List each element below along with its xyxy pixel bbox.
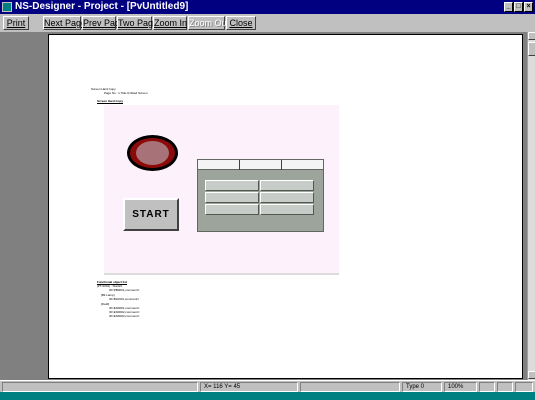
status-coords: X= 116 Y= 45	[200, 382, 298, 392]
print-button[interactable]: Print	[3, 16, 29, 30]
table-cell	[260, 180, 314, 191]
screen-canvas: START	[104, 105, 339, 275]
header-divider	[239, 160, 240, 170]
prev-page-button[interactable]: Prev Page	[82, 16, 125, 30]
status-bar: X= 116 Y= 45 Type 0 100%	[0, 380, 535, 392]
print-preview-window: NS-Designer - Project - [PvUntitled9] _ …	[0, 0, 535, 396]
table-cell	[205, 192, 259, 203]
scroll-thumb[interactable]	[528, 42, 535, 56]
table-cell	[260, 204, 314, 215]
functional-list-line: ID=EN0003,comment=	[109, 314, 140, 318]
minimize-icon: _	[506, 3, 511, 10]
vertical-scrollbar[interactable]	[527, 32, 535, 380]
table-header	[198, 160, 323, 170]
preview-area[interactable]: Screen Hard Copy Page No : 1 Title:Untit…	[0, 32, 527, 380]
numeral-table	[197, 159, 324, 232]
functional-list-line: ID=BL0001,comment=	[109, 297, 140, 301]
header-divider	[281, 160, 282, 170]
status-panel-empty	[300, 382, 400, 392]
close-preview-button[interactable]: Close	[226, 16, 256, 30]
functional-list-line: ID=PB0001,comment=	[109, 288, 140, 292]
functional-list-line: [Field]	[101, 302, 110, 306]
window-title: NS-Designer - Project - [PvUntitled9]	[15, 1, 189, 12]
app-icon[interactable]	[2, 2, 12, 12]
header-line-2: Page No : 1 Title:Untitled Screen	[104, 91, 148, 95]
status-panel-message	[2, 382, 198, 392]
table-cell	[205, 204, 259, 215]
status-zoom: 100%	[444, 382, 477, 392]
preview-toolbar: Print Next Page Prev Page Two Page Zoom …	[0, 14, 535, 32]
next-page-button[interactable]: Next Page	[43, 16, 86, 30]
table-cell	[205, 180, 259, 191]
minimize-button[interactable]: _	[504, 2, 513, 12]
restore-icon: □	[516, 3, 521, 10]
desktop-taskbar-strip	[0, 392, 535, 400]
close-window-button[interactable]: ×	[524, 2, 533, 12]
close-icon: ×	[526, 3, 531, 10]
status-panel-extra	[497, 382, 513, 392]
start-button: START	[123, 198, 179, 231]
lamp-core	[136, 141, 169, 165]
status-panel-extra	[515, 382, 533, 392]
restore-button[interactable]: □	[514, 2, 523, 12]
status-type: Type 0	[402, 382, 442, 392]
scroll-down-arrow-icon[interactable]	[528, 371, 535, 379]
preview-page: Screen Hard Copy Page No : 1 Title:Untit…	[48, 34, 523, 379]
table-cell	[260, 192, 314, 203]
bit-lamp	[127, 135, 178, 171]
section-title: Screen Hard Copy	[97, 99, 124, 103]
two-page-button[interactable]: Two Page	[117, 16, 158, 30]
title-bar: NS-Designer - Project - [PvUntitled9] _ …	[0, 0, 535, 14]
status-panel-extra	[479, 382, 495, 392]
scroll-up-arrow-icon[interactable]	[528, 32, 535, 40]
zoom-in-button[interactable]: Zoom In	[153, 16, 187, 30]
zoom-out-button: Zoom Out	[188, 16, 230, 30]
